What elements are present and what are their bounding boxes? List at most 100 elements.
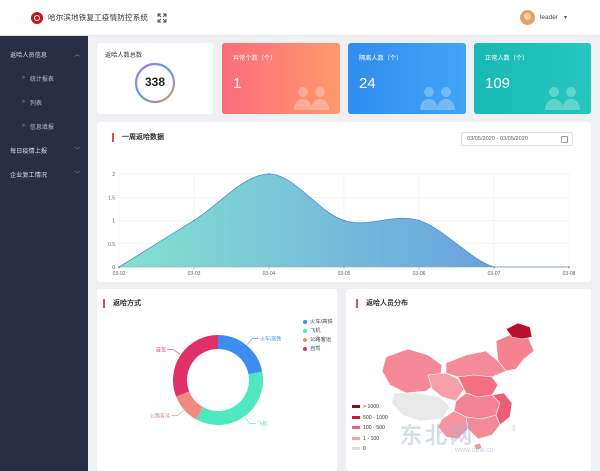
sidebar-item-label: 统计报表	[29, 76, 54, 83]
fullscreen-icon[interactable]	[157, 13, 167, 23]
total-returnees-card: 返哈人数总数 338	[97, 43, 213, 114]
legend-label: 自驾	[310, 346, 321, 352]
legend-dot	[303, 319, 307, 324]
legend-label: > 1000	[363, 404, 380, 410]
map-legend-item[interactable]: 100 - 500	[352, 423, 388, 434]
pie-slice	[173, 335, 219, 397]
legend-swatch	[352, 447, 360, 451]
abnormal-card: 异常个数（个） 1	[222, 43, 340, 114]
normal-value: 109	[485, 75, 511, 92]
legend-swatch	[352, 405, 360, 409]
chevron-down-icon: ﹀	[74, 172, 80, 178]
y-tick-label: 1.5	[108, 195, 115, 201]
x-tick-label: 03-04	[263, 271, 276, 277]
chevron-down-icon: ﹀	[74, 148, 80, 154]
legend-label: 飞机	[310, 328, 321, 334]
weekly-title-text: 一周返哈数据	[122, 134, 164, 141]
top-bar: 哈尔滨地铁复工疫情防控系统 leader ▼	[0, 0, 600, 36]
watermark-logo: 东北网	[400, 423, 476, 448]
app-title: 哈尔滨地铁复工疫情防控系统	[48, 13, 149, 22]
mode-legend: 火车/高铁 飞机 公路客运 自驾	[303, 318, 333, 354]
x-tick-label: 03-06	[413, 271, 426, 277]
sidebar: 返哈人员信息 ︿ > 统计报表 > 列表 > 信息填报 每日疫情上报 ﹀ 企业复…	[0, 36, 88, 471]
sidebar-item-label: 企业复工情况	[10, 171, 48, 179]
legend-label: 500 - 1000	[363, 414, 388, 421]
map-legend-item[interactable]: 500 - 1000	[352, 413, 388, 424]
legend-item[interactable]: 飞机	[303, 327, 333, 336]
watermark-url: www.dbw.cn	[455, 447, 494, 454]
y-tick-label: 2	[112, 172, 115, 178]
total-value: 338	[144, 75, 166, 89]
avatar	[519, 10, 535, 25]
y-tick-label: 0.5	[108, 242, 115, 248]
caret-down-icon: ▼	[563, 14, 568, 21]
chevron-right-icon: >	[22, 123, 25, 129]
label-line	[247, 338, 259, 345]
sidebar-item-label: 每日疫情上报	[10, 147, 48, 155]
legend-dot	[303, 346, 307, 351]
people-icon	[294, 87, 329, 110]
calendar-icon[interactable]	[561, 136, 568, 143]
map-region-north	[457, 374, 499, 398]
sidebar-item-daily-report[interactable]: 每日疫情上报 ﹀	[0, 138, 88, 162]
legend-item[interactable]: 火车/高铁	[303, 318, 333, 327]
slice-label: 公路客运	[150, 413, 170, 420]
sidebar-item-returnees[interactable]: 返哈人员信息 ︿	[0, 42, 88, 66]
sidebar-item-label: 列表	[29, 100, 42, 107]
abnormal-value: 1	[233, 75, 242, 92]
isolated-value: 24	[359, 75, 376, 92]
chevron-right-icon: >	[22, 75, 25, 81]
sidebar-item-info-fill[interactable]: > 信息填报	[0, 114, 88, 138]
label-line	[171, 410, 184, 417]
map-legend-item[interactable]: 0	[352, 444, 388, 455]
legend-label: 1 - 100	[363, 435, 380, 442]
legend-item[interactable]: 自驾	[303, 345, 333, 354]
map-region-taiwan	[511, 422, 517, 433]
label-line	[244, 417, 256, 424]
normal-card: 正常人数（个） 109	[474, 43, 591, 114]
mode-donut-chart: 火车/高铁飞机 公路客运 自驾	[150, 335, 281, 428]
weekly-title: 一周返哈数据	[112, 132, 164, 142]
x-tick-label: 03-02	[113, 271, 126, 277]
y-tick-label: 1	[112, 219, 115, 225]
people-icon	[420, 87, 455, 110]
legend-swatch	[352, 426, 360, 430]
map-legend-item[interactable]: 1 - 100	[352, 434, 388, 445]
data-point	[343, 219, 345, 222]
slice-label: 自驾	[156, 347, 166, 354]
x-tick-label: 03-08	[563, 271, 576, 277]
user-name: leader	[539, 14, 559, 21]
sidebar-item-label: 返哈人员信息	[10, 51, 48, 59]
data-point	[418, 219, 420, 222]
map-region-tibet	[391, 392, 451, 422]
sidebar-item-enterprise[interactable]: 企业复工情况 ﹀	[0, 162, 88, 186]
data-point	[268, 173, 270, 175]
date-range-picker[interactable]: 03/05/2020 - 03/05/2020	[461, 132, 573, 146]
pie-slice	[196, 371, 263, 425]
x-tick-label: 03-05	[338, 271, 351, 277]
slice-label: 飞机	[257, 421, 267, 428]
legend-item[interactable]: 公路客运	[303, 336, 333, 345]
abnormal-label: 异常个数（个）	[233, 55, 277, 62]
pie-slice	[217, 335, 263, 375]
chevron-right-icon: >	[22, 99, 25, 105]
pie-slice	[176, 391, 204, 420]
map-legend: > 1000 500 - 1000 100 - 500 1 - 100 0	[352, 402, 388, 455]
legend-swatch	[352, 415, 360, 419]
slice-label: 火车/高铁	[260, 335, 281, 342]
sidebar-item-list[interactable]: > 列表	[0, 90, 88, 114]
map-legend-item[interactable]: > 1000	[352, 402, 388, 413]
date-range-value: 03/05/2020 - 03/05/2020	[467, 136, 528, 142]
data-point	[193, 219, 195, 222]
x-tick-label: 03-07	[488, 271, 501, 277]
x-tick-label: 03-03	[188, 271, 201, 277]
metro-logo-icon	[31, 11, 43, 24]
label-line	[167, 349, 181, 355]
user-menu[interactable]: leader ▼	[519, 10, 568, 25]
chevron-up-icon: ︿	[74, 52, 80, 58]
sidebar-item-stats-report[interactable]: > 统计报表	[0, 66, 88, 90]
legend-swatch	[352, 436, 360, 440]
map-region-inner-mongolia	[445, 350, 507, 378]
isolated-card: 隔离人数（个） 24	[348, 43, 466, 114]
weekly-area-chart: 00.511.5203-02 03-03 03-04 03-05 03-06 03-07 0…	[108, 172, 576, 277]
